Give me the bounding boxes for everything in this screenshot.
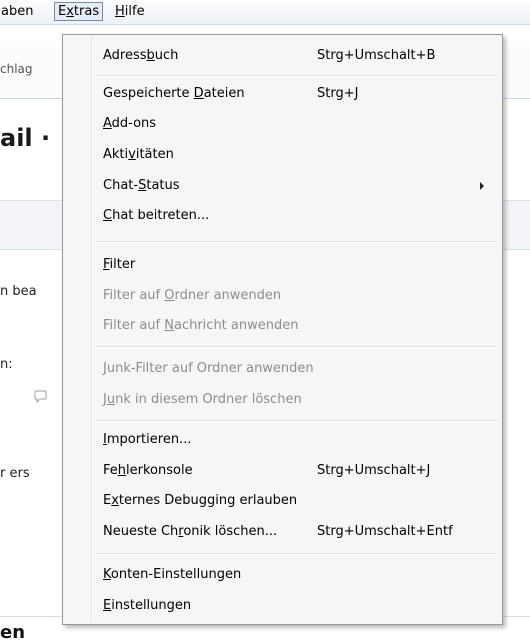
menu-label: ilfe [124, 4, 145, 19]
menu-item-label: onten-Einstellungen [110, 567, 242, 582]
menu-bearbeiten[interactable]: aben [0, 3, 36, 20]
menu-item-junk-loeschen: Junk in diesem Ordner löschen [103, 389, 302, 411]
menu-item-label: rdner anwenden [174, 288, 282, 303]
menu-item-label: Gespeicherte [103, 86, 194, 101]
menu-accesskey: x [66, 4, 74, 19]
shortcut-label: Strg+Umschalt+B [317, 48, 436, 63]
menu-item-label: Neueste Ch [103, 524, 179, 539]
menu-item-label: Adress [103, 48, 147, 63]
menu-separator [96, 420, 497, 422]
shortcut-label: Strg+J [317, 86, 359, 101]
menu-item-chronik-loeschen[interactable]: Neueste Chronik löschen... [103, 521, 277, 543]
body-text: n: [0, 357, 13, 372]
menu-extras[interactable]: Extras [54, 2, 104, 21]
menu-item-filter-ordner: Filter auf Ordner anwenden [103, 285, 281, 307]
menu-item-accesskey: D [193, 86, 204, 101]
menu-item-label: achricht anwenden [173, 318, 299, 333]
menu-item-label: itäten [135, 147, 174, 162]
menu-item-label: mportieren... [106, 432, 192, 447]
menu-item-accesskey: K [103, 567, 111, 582]
menu-item-chat-status[interactable]: Chat-Status [103, 175, 180, 197]
menu-item-label: ateien [203, 86, 245, 101]
menu-item-filter-nachricht: Filter auf Nachricht anwenden [103, 315, 298, 337]
menu-item-accesskey: A [103, 116, 112, 131]
menu-item-label: lerkonsole [126, 463, 193, 478]
menu-hilfe[interactable]: Hilfe [112, 3, 148, 20]
menu-item-label: unk-Filter auf Ordner anwenden [106, 361, 314, 376]
menu-item-accesskey: x [111, 493, 119, 508]
menu-item-konten-einstellungen[interactable]: Konten-Einstellungen [103, 564, 241, 586]
menu-item-accesskey: N [164, 318, 174, 333]
menu-item-label: nk in diesem Ordner löschen [115, 392, 302, 407]
menu-item-accesskey: u [106, 392, 116, 407]
menu-separator [96, 553, 497, 555]
menu-item-label: Filter auf [103, 318, 165, 333]
menu-item-accesskey: h [117, 463, 127, 478]
page-title: ail · [0, 124, 51, 152]
menu-item-label: hat beitreten... [112, 208, 210, 223]
menu-item-accesskey: E [103, 598, 112, 613]
menu-item-accesskey: v [128, 147, 136, 162]
extras-menu-popup: Adressbuch Strg+Umschalt+B Gespeicherte … [62, 34, 503, 625]
submenu-arrow-icon [480, 182, 484, 190]
menu-item-fehlerkonsole[interactable]: Fehlerkonsole [103, 460, 193, 482]
menu-item-importieren[interactable]: Importieren... [103, 429, 191, 451]
body-text: r ers [0, 466, 30, 481]
menu-label: tras [73, 4, 100, 19]
shortcut-label: Strg+Umschalt+Entf [317, 524, 453, 539]
menubar: aben Extras Hilfe [0, 0, 530, 25]
menu-item-aktivitaeten[interactable]: Aktivitäten [103, 144, 174, 166]
menu-item-label: instellungen [111, 598, 192, 613]
menu-item-label: Filter auf [103, 288, 165, 303]
menu-icon-gutter [91, 37, 93, 622]
menu-label: E [58, 4, 67, 19]
shortcut-label: Strg+Umschalt+J [317, 463, 431, 478]
menu-item-accesskey: O [164, 288, 175, 303]
menu-item-filter[interactable]: Filter [103, 254, 135, 276]
menu-item-label: uch [154, 48, 179, 63]
menu-item-junk-filter-ordner: Junk-Filter auf Ordner anwenden [103, 358, 314, 380]
menu-accesskey: H [115, 4, 125, 19]
menu-item-externes-debugging[interactable]: Externes Debugging erlauben [103, 490, 297, 512]
menu-item-label: Fe [103, 463, 118, 478]
menu-item-accesskey: b [146, 48, 155, 63]
chat-icon [34, 390, 48, 407]
menu-item-label: ilter [109, 257, 136, 272]
menu-item-label: ternes Debugging erlauben [118, 493, 298, 508]
menu-item-adressbuch[interactable]: Adressbuch [103, 45, 178, 67]
menu-item-label: E [103, 493, 112, 508]
menu-label: aben [1, 4, 34, 19]
menu-item-label: Akti [103, 147, 129, 162]
menu-item-chat-beitreten[interactable]: Chat beitreten... [103, 205, 209, 227]
menu-item-einstellungen[interactable]: Einstellungen [103, 595, 191, 617]
menu-item-label: onik löschen... [183, 524, 278, 539]
menu-item-label: Chat- [103, 178, 139, 193]
menu-separator [96, 241, 497, 243]
menu-item-gespeicherte-dateien[interactable]: Gespeicherte Dateien [103, 83, 245, 105]
menu-item-add-ons[interactable]: Add-ons [103, 113, 156, 135]
menu-item-label: tatus [146, 178, 180, 193]
body-text: n bea [0, 284, 37, 299]
menu-item-accesskey: C [103, 208, 113, 223]
menu-separator [96, 346, 497, 348]
toolbar-text: chlag [0, 62, 33, 76]
menu-item-label: dd-ons [111, 116, 157, 131]
menu-separator [96, 75, 497, 77]
